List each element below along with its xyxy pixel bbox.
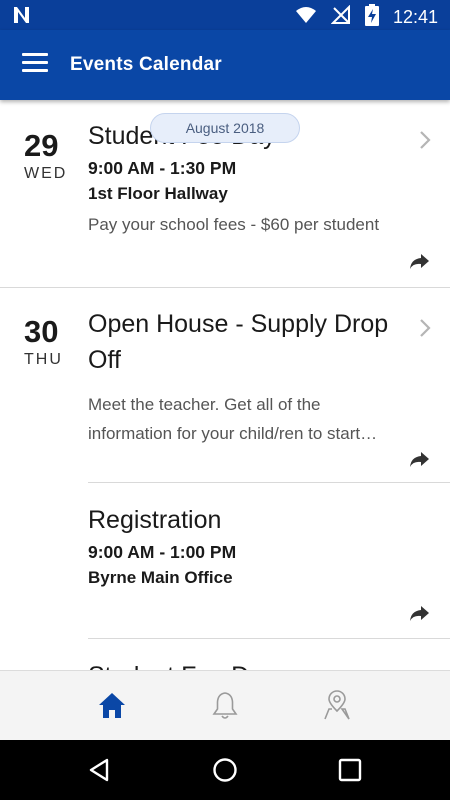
event-location: Byrne Main Office	[88, 568, 233, 587]
month-indicator: August 2018	[150, 113, 300, 143]
event-time: 9:00 AM - 1:00 PM	[88, 542, 237, 562]
share-icon[interactable]	[408, 604, 430, 622]
wifi-icon	[295, 5, 317, 30]
event-card-open-house[interactable]: Open House - Supply Drop Off Meet the te…	[88, 306, 418, 448]
app-bar: Events Calendar	[0, 30, 450, 100]
status-bar: 12:41	[0, 0, 450, 30]
share-icon[interactable]	[408, 450, 430, 468]
no-signal-icon	[330, 4, 351, 30]
day-number: 29	[24, 128, 59, 163]
event-description: Pay your school fees - $60 per student	[88, 215, 380, 234]
divider	[88, 638, 450, 639]
events-list[interactable]: August 2018 29 WED Student Fee Day 9:00 …	[0, 100, 450, 670]
event-title: Student Fee Day	[88, 658, 418, 670]
chevron-right-icon[interactable]	[418, 318, 432, 338]
day-weekday: THU	[24, 351, 63, 368]
back-icon[interactable]	[87, 757, 113, 783]
bottom-navigation	[0, 670, 450, 740]
home-icon[interactable]	[95, 689, 129, 723]
day-number: 30	[24, 314, 59, 349]
page-title: Events Calendar	[70, 54, 222, 75]
event-description-line1: Meet the teacher. Get all of the	[88, 395, 321, 414]
hamburger-menu-icon[interactable]	[22, 53, 48, 75]
map-location-icon[interactable]	[320, 689, 354, 723]
event-title: Registration	[88, 506, 222, 534]
chevron-right-icon[interactable]	[418, 130, 432, 150]
divider	[88, 482, 450, 483]
share-icon[interactable]	[408, 252, 430, 270]
divider	[0, 287, 450, 288]
event-title-line1: Open House - Supply Drop	[88, 310, 389, 338]
n-notification-icon	[12, 5, 32, 30]
event-time: 9:00 AM - 1:30 PM	[88, 158, 237, 178]
system-navigation-bar	[0, 740, 450, 800]
day-weekday: WED	[24, 165, 68, 182]
battery-charging-icon	[364, 4, 379, 31]
event-card-student-fee-day-2[interactable]: Student Fee Day	[88, 658, 418, 670]
event-title-line2: Off	[88, 346, 121, 374]
status-time: 12:41	[392, 7, 438, 27]
recents-square-icon[interactable]	[337, 757, 363, 783]
event-card-registration[interactable]: Registration 9:00 AM - 1:00 PM Byrne Mai…	[88, 502, 418, 588]
event-description-line2: information for your child/ren to start…	[88, 424, 378, 443]
home-circle-icon[interactable]	[212, 757, 238, 783]
event-location: 1st Floor Hallway	[88, 184, 228, 203]
notifications-bell-icon[interactable]	[208, 689, 242, 723]
